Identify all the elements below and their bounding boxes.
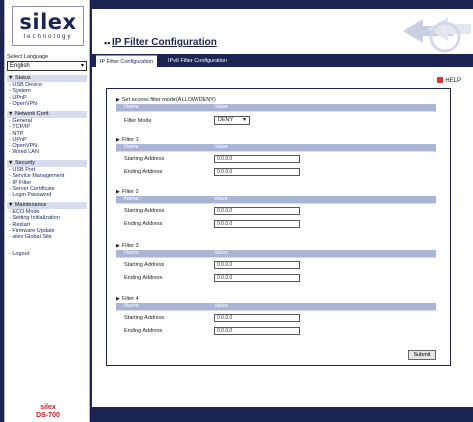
product-brand: silex: [40, 404, 56, 411]
filter-mode-select[interactable]: DENY ▾: [214, 116, 250, 126]
chevron-down-icon: ▾: [80, 63, 84, 69]
ending-address-label: Ending Address: [124, 274, 163, 281]
filter-4-label: Filter 4: [121, 296, 139, 302]
starting-address-label: Starting Address: [116, 257, 206, 272]
menu-head-network[interactable]: ▼ Network Conf.: [7, 111, 87, 118]
menu-group-status: ▼ Status - USB Device - System - UPnP - …: [7, 75, 87, 107]
filter-1-title: ▶ Filter 1: [116, 137, 139, 143]
language-label: Select Language: [7, 54, 49, 60]
tab-ip-filter[interactable]: IP Filter Configuration: [96, 55, 158, 67]
menu-item-wired-lan[interactable]: - Wired LAN: [7, 149, 87, 155]
filter-1-end-input[interactable]: 0.0.0.0: [214, 167, 300, 176]
col-value-header: Value: [206, 104, 436, 112]
triangle-right-icon: ▶: [116, 189, 120, 195]
col-value-header: Value: [206, 196, 436, 204]
submit-button[interactable]: Submit: [408, 350, 436, 360]
filter-3-start-input[interactable]: 0.0.0.0: [214, 260, 300, 269]
help-link[interactable]: HELP: [437, 77, 461, 84]
menu-group-security: ▼ Security - USB Port - Service Manageme…: [7, 160, 87, 198]
mode-table: Name Value Filter Mode DENY ▾: [116, 104, 436, 130]
filter-2-table: Name Value Starting Address 0.0.0.0 Endi…: [116, 196, 436, 230]
tab-ipv6-filter[interactable]: IPv6 Filter Configuration: [164, 55, 231, 67]
menu-group-network: ▼ Network Conf. - General - TCP/IP - NTP…: [7, 111, 87, 156]
filter-2-start-input[interactable]: 0.0.0.0: [214, 206, 300, 215]
mode-section-label: Set access filter mode(ALLOW/DENY): [121, 97, 216, 103]
filter-2-label: Filter 2: [121, 189, 139, 195]
ending-address-label: Ending Address: [124, 327, 163, 334]
col-name-header: Name: [116, 104, 206, 112]
filter-mode-value: DENY: [218, 117, 234, 124]
sidebar: silex technology Select Language English…: [4, 0, 90, 422]
filter-1-label: Filter 1: [121, 137, 139, 143]
language-select[interactable]: English ▾: [7, 61, 87, 71]
menu-head-security[interactable]: ▼ Security: [7, 160, 87, 167]
content-panel: HELP ▶ Set access filter mode(ALLOW/DENY)…: [92, 67, 473, 407]
starting-address-label: Starting Address: [116, 151, 206, 166]
ending-address-label: Ending Address: [124, 220, 163, 227]
footer-bar: [92, 407, 473, 422]
filter-4-table: Name Value Starting Address 0.0.0.0 Endi…: [116, 303, 436, 337]
col-value-header: Value: [206, 144, 436, 152]
col-name-header: Name: [116, 250, 206, 258]
col-name-header: Name: [116, 144, 206, 152]
decorative-arrows-icon: [383, 9, 473, 54]
page-header: ▪▪ IP Filter Configuration: [92, 9, 473, 54]
main-area: ▪▪ IP Filter Configuration IP Filter Con…: [92, 0, 473, 422]
starting-address-label: Starting Address: [116, 203, 206, 218]
filter-4-end-input[interactable]: 0.0.0.0: [214, 326, 300, 335]
chevron-down-icon: ▾: [242, 117, 246, 124]
page-title: IP Filter Configuration: [112, 37, 217, 48]
menu-head-status[interactable]: ▼ Status: [7, 75, 87, 82]
filter-2-end-input[interactable]: 0.0.0.0: [214, 219, 300, 228]
col-value-header: Value: [206, 303, 436, 311]
ending-address-label: Ending Address: [124, 168, 163, 175]
col-name-header: Name: [116, 303, 206, 311]
starting-address-label: Starting Address: [116, 310, 206, 325]
col-value-header: Value: [206, 250, 436, 258]
filter-3-table: Name Value Starting Address 0.0.0.0 Endi…: [116, 250, 436, 284]
menu-item-global-site[interactable]: - silex Global Site: [7, 234, 87, 240]
menu-group-maintenance: ▼ Maintenance - ECO Mode - Setting Initi…: [7, 202, 87, 240]
mode-section-title: ▶ Set access filter mode(ALLOW/DENY): [116, 97, 216, 103]
product-model: DS-700: [36, 412, 60, 419]
triangle-right-icon: ▶: [116, 243, 120, 249]
logo-brand: silex: [19, 10, 77, 34]
triangle-right-icon: ▶: [116, 97, 120, 103]
filter-4-start-input[interactable]: 0.0.0.0: [214, 313, 300, 322]
filter-4-title: ▶ Filter 4: [116, 296, 139, 302]
filter-1-start-input[interactable]: 0.0.0.0: [214, 154, 300, 163]
filter-1-table: Name Value Starting Address 0.0.0.0 Endi…: [116, 144, 436, 178]
col-name-header: Name: [116, 196, 206, 204]
filter-2-title: ▶ Filter 2: [116, 189, 139, 195]
language-value: English: [10, 63, 30, 69]
filter-3-label: Filter 3: [121, 243, 139, 249]
help-label: HELP: [445, 78, 461, 84]
silex-logo: silex technology: [12, 6, 84, 46]
logo-tagline: technology: [23, 34, 73, 40]
product-name: silex DS-700: [5, 404, 91, 420]
header-bar: [92, 0, 473, 9]
filter-mode-label: Filter Mode: [116, 111, 206, 130]
logout-link[interactable]: - Logout: [9, 251, 29, 257]
help-icon: [437, 77, 444, 83]
title-bullet-icon: ▪▪: [104, 38, 111, 48]
menu-item-openvpn-status[interactable]: - OpenVPN: [7, 101, 87, 107]
menu-head-maintenance[interactable]: ▼ Maintenance: [7, 202, 87, 209]
triangle-right-icon: ▶: [116, 137, 120, 143]
filter-3-title: ▶ Filter 3: [116, 243, 139, 249]
menu-item-login-password[interactable]: - Login Password: [7, 192, 87, 198]
triangle-right-icon: ▶: [116, 296, 120, 302]
filter-3-end-input[interactable]: 0.0.0.0: [214, 273, 300, 282]
